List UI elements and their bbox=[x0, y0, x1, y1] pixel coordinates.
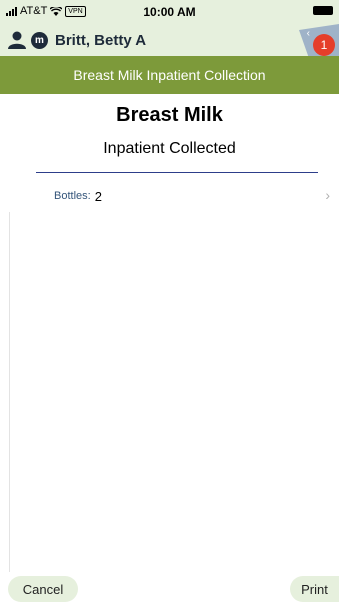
bottles-row[interactable]: Bottles: 2 › bbox=[36, 184, 336, 208]
bottles-value: 2 bbox=[94, 188, 102, 204]
patient-banner[interactable]: m Britt, Betty A bbox=[8, 28, 146, 52]
patient-name: Britt, Betty A bbox=[55, 31, 147, 49]
divider bbox=[36, 172, 318, 173]
status-bar: AT&T VPN 10:00 AM bbox=[0, 0, 339, 26]
bottles-label: Bottles: bbox=[54, 190, 91, 202]
notification-badge: 1 bbox=[313, 34, 335, 56]
person-icon bbox=[8, 31, 26, 49]
form-title: Breast Milk bbox=[116, 104, 223, 126]
cancel-button[interactable]: Cancel bbox=[8, 576, 78, 602]
form-subtitle: Inpatient Collected bbox=[103, 140, 236, 157]
patient-app-icon: m bbox=[31, 31, 48, 49]
battery-icon bbox=[313, 6, 333, 15]
chevron-right-icon: › bbox=[325, 187, 330, 203]
page-header: Breast Milk Inpatient Collection bbox=[0, 56, 339, 94]
chevron-left-icon: ‹ bbox=[306, 28, 310, 39]
print-button[interactable]: Print bbox=[290, 576, 339, 602]
status-time: 10:00 AM bbox=[143, 5, 196, 19]
divider-vertical bbox=[9, 212, 10, 572]
